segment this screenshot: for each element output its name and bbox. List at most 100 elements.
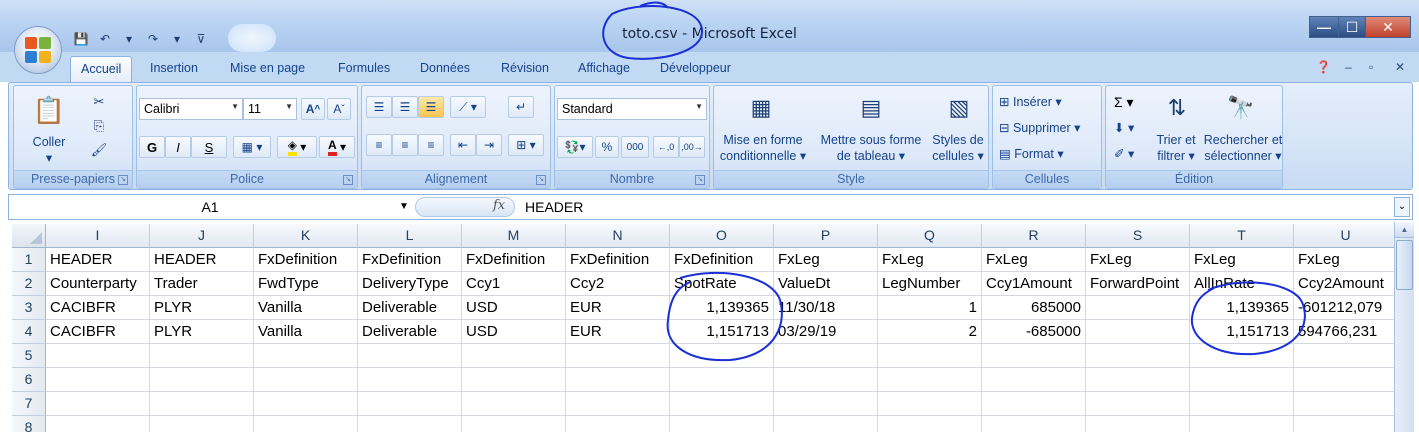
- cell-u5[interactable]: [1294, 344, 1398, 368]
- column-header-j[interactable]: J: [150, 224, 254, 248]
- cell-s6[interactable]: [1086, 368, 1190, 392]
- column-header-n[interactable]: N: [566, 224, 670, 248]
- decrease-indent-button[interactable]: ⇤: [450, 134, 476, 156]
- decrease-decimal-button[interactable]: ,00→: [679, 136, 705, 158]
- italic-button[interactable]: I: [165, 136, 191, 158]
- close-button[interactable]: ✕: [1365, 16, 1411, 38]
- cell-u3[interactable]: -601212,079: [1294, 296, 1398, 320]
- cell-l4[interactable]: Deliverable: [358, 320, 462, 344]
- cell-m4[interactable]: USD: [462, 320, 566, 344]
- cell-m7[interactable]: [462, 392, 566, 416]
- cell-o5[interactable]: [670, 344, 774, 368]
- cell-q1[interactable]: FxLeg: [878, 248, 982, 272]
- cell-m6[interactable]: [462, 368, 566, 392]
- office-button[interactable]: [14, 26, 62, 74]
- column-header-r[interactable]: R: [982, 224, 1086, 248]
- cell-p5[interactable]: [774, 344, 878, 368]
- increase-decimal-button[interactable]: ←,0: [653, 136, 679, 158]
- alignment-launcher-icon[interactable]: ↘: [536, 175, 546, 185]
- cell-i1[interactable]: HEADER: [46, 248, 150, 272]
- cell-q6[interactable]: [878, 368, 982, 392]
- cell-u7[interactable]: [1294, 392, 1398, 416]
- cell-k3[interactable]: Vanilla: [254, 296, 358, 320]
- cell-i5[interactable]: [46, 344, 150, 368]
- minimize-button[interactable]: —: [1309, 16, 1339, 38]
- cell-l5[interactable]: [358, 344, 462, 368]
- cell-i4[interactable]: CACIBFR: [46, 320, 150, 344]
- cell-k8[interactable]: [254, 416, 358, 432]
- align-bottom-button[interactable]: ☰: [418, 96, 444, 118]
- cell-n4[interactable]: EUR: [566, 320, 670, 344]
- cell-n3[interactable]: EUR: [566, 296, 670, 320]
- fill-color-button[interactable]: ◈ ▾: [277, 136, 317, 158]
- cell-i6[interactable]: [46, 368, 150, 392]
- cell-s1[interactable]: FxLeg: [1086, 248, 1190, 272]
- wrap-text-button[interactable]: ↵: [508, 96, 534, 118]
- cell-r6[interactable]: [982, 368, 1086, 392]
- cell-p6[interactable]: [774, 368, 878, 392]
- cell-o4[interactable]: 1,151713: [670, 320, 774, 344]
- column-header-t[interactable]: T: [1190, 224, 1294, 248]
- align-left-button[interactable]: ≡: [366, 134, 392, 156]
- cell-r5[interactable]: [982, 344, 1086, 368]
- row-header-7[interactable]: 7: [12, 392, 46, 416]
- scroll-up-icon[interactable]: ▲: [1395, 222, 1414, 238]
- column-header-m[interactable]: M: [462, 224, 566, 248]
- accounting-format-button[interactable]: 💱▾: [557, 136, 593, 158]
- bold-button[interactable]: G: [139, 136, 165, 158]
- expand-formula-bar-icon[interactable]: ⌄: [1394, 197, 1410, 217]
- cell-r8[interactable]: [982, 416, 1086, 432]
- font-name-combo[interactable]: Calibri ▼: [139, 98, 243, 120]
- tab-revision[interactable]: Révision: [501, 61, 549, 75]
- cell-j3[interactable]: PLYR: [150, 296, 254, 320]
- cell-n1[interactable]: FxDefinition: [566, 248, 670, 272]
- column-header-k[interactable]: K: [254, 224, 358, 248]
- cell-l7[interactable]: [358, 392, 462, 416]
- cell-o3[interactable]: 1,139365: [670, 296, 774, 320]
- cell-p4[interactable]: 03/29/19: [774, 320, 878, 344]
- cell-m1[interactable]: FxDefinition: [462, 248, 566, 272]
- tab-insertion[interactable]: Insertion: [150, 61, 198, 75]
- cell-styles-button[interactable]: Styles de cellules ▾: [928, 132, 988, 164]
- cell-m2[interactable]: Ccy1: [462, 272, 566, 296]
- number-launcher-icon[interactable]: ↘: [695, 175, 705, 185]
- select-all-corner[interactable]: [12, 224, 46, 248]
- paste-button[interactable]: Coller ▾: [24, 134, 74, 166]
- cell-o1[interactable]: FxDefinition: [670, 248, 774, 272]
- insert-function-icon[interactable]: fx: [493, 198, 505, 213]
- cell-t6[interactable]: [1190, 368, 1294, 392]
- thousands-separator-button[interactable]: 000: [621, 136, 649, 158]
- scroll-thumb[interactable]: [1396, 240, 1413, 290]
- cell-n7[interactable]: [566, 392, 670, 416]
- align-top-button[interactable]: ☰: [366, 96, 392, 118]
- orientation-button[interactable]: ⟋ ▾: [450, 96, 486, 118]
- copy-icon[interactable]: ⎘: [88, 116, 110, 136]
- cell-k1[interactable]: FxDefinition: [254, 248, 358, 272]
- cell-t1[interactable]: FxLeg: [1190, 248, 1294, 272]
- tab-accueil[interactable]: Accueil: [70, 56, 133, 83]
- cell-k6[interactable]: [254, 368, 358, 392]
- font-launcher-icon[interactable]: ↘: [343, 175, 353, 185]
- tab-mise-en-page[interactable]: Mise en page: [230, 61, 305, 75]
- cell-p3[interactable]: 11/30/18: [774, 296, 878, 320]
- cell-r4[interactable]: -685000: [982, 320, 1086, 344]
- cell-t4[interactable]: 1,151713: [1190, 320, 1294, 344]
- column-header-i[interactable]: I: [46, 224, 150, 248]
- cell-i8[interactable]: [46, 416, 150, 432]
- name-box[interactable]: A1: [9, 195, 411, 219]
- cell-r3[interactable]: 685000: [982, 296, 1086, 320]
- cell-j4[interactable]: PLYR: [150, 320, 254, 344]
- cell-o2[interactable]: SpotRate: [670, 272, 774, 296]
- tab-affichage[interactable]: Affichage: [578, 61, 630, 75]
- paste-icon[interactable]: 📋: [32, 92, 66, 128]
- number-format-combo[interactable]: Standard ▼: [557, 98, 707, 120]
- cell-l6[interactable]: [358, 368, 462, 392]
- help-icon[interactable]: ❓: [1316, 60, 1331, 74]
- column-header-p[interactable]: P: [774, 224, 878, 248]
- tab-donnees[interactable]: Données: [420, 61, 470, 75]
- cell-m5[interactable]: [462, 344, 566, 368]
- cell-n8[interactable]: [566, 416, 670, 432]
- cell-u8[interactable]: [1294, 416, 1398, 432]
- tab-developpeur[interactable]: Développeur: [660, 61, 731, 75]
- cell-u1[interactable]: FxLeg: [1294, 248, 1398, 272]
